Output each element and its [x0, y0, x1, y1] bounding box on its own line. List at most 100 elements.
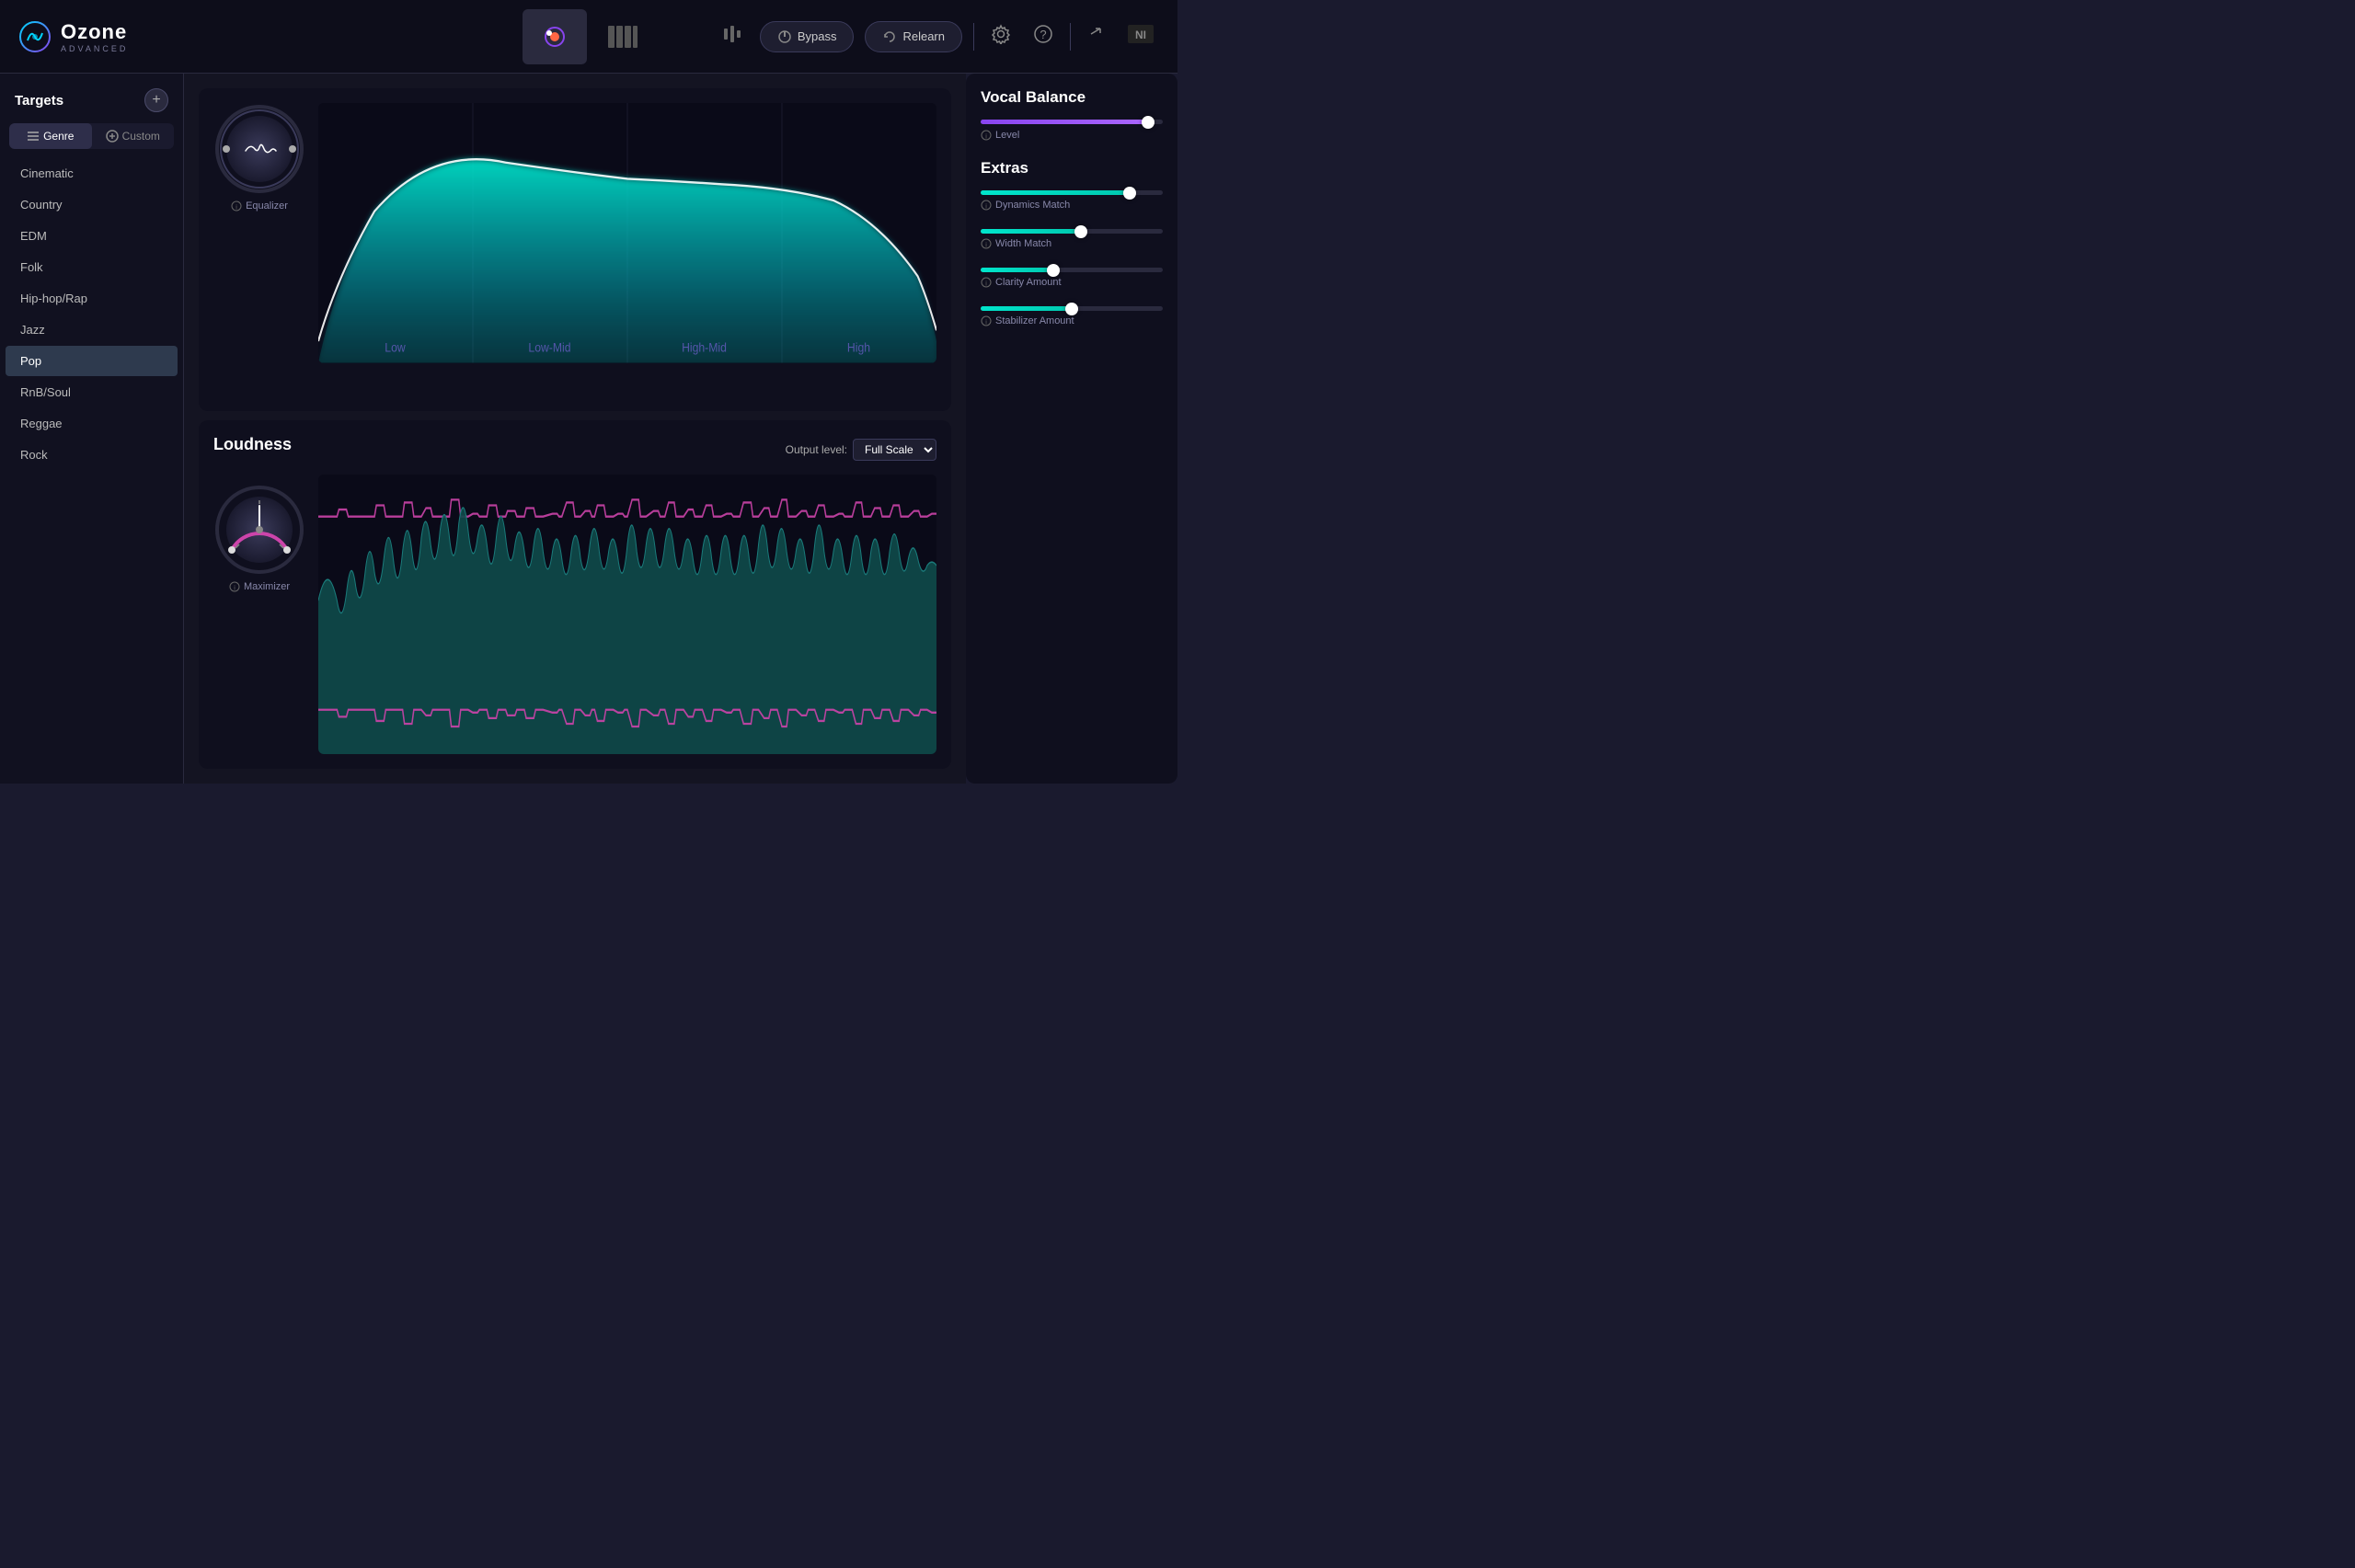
stabilizer-amount-label: i Stabilizer Amount — [981, 315, 1163, 326]
level-label: i Level — [981, 130, 1163, 141]
info-icon-width: i — [981, 238, 992, 249]
genre-hiphop[interactable]: Hip-hop/Rap — [6, 283, 178, 314]
ni-logo: NI — [1128, 25, 1154, 43]
dynamics-match-thumb[interactable] — [1123, 187, 1136, 200]
maximizer-label: i Maximizer — [229, 581, 290, 592]
maximizer-knob-area: i Maximizer — [213, 484, 305, 754]
relearn-button[interactable]: Relearn — [865, 21, 962, 52]
sidebar-tab-custom[interactable]: Custom — [92, 123, 175, 149]
info-icon-maximizer: i — [229, 581, 240, 592]
svg-text:Low: Low — [385, 340, 406, 355]
maximizer-knob[interactable] — [213, 484, 305, 576]
svg-text:Low-Mid: Low-Mid — [528, 340, 570, 355]
sidebar-header: Targets + — [0, 88, 183, 123]
header: Ozone ADVANCED — [0, 0, 1178, 74]
dynamics-match-fill — [981, 190, 1130, 195]
settings-button[interactable] — [985, 18, 1017, 55]
genre-rock[interactable]: Rock — [6, 440, 178, 470]
content-area: i Equalizer — [184, 74, 966, 784]
share-icon — [1087, 25, 1106, 43]
genre-reggae[interactable]: Reggae — [6, 408, 178, 439]
svg-text:NI: NI — [1135, 29, 1146, 41]
stabilizer-amount-thumb[interactable] — [1065, 303, 1078, 315]
genre-jazz[interactable]: Jazz — [6, 315, 178, 345]
gear-icon — [991, 24, 1011, 44]
tonal-balance-inner: i Equalizer — [213, 103, 936, 363]
genre-folk[interactable]: Folk — [6, 252, 178, 282]
info-icon-level: i — [981, 130, 992, 141]
loudness-title: Loudness — [213, 435, 292, 454]
svg-text:High-Mid: High-Mid — [682, 340, 727, 355]
dynamics-match-slider-row: i Dynamics Match — [981, 190, 1163, 211]
output-level-select[interactable]: Full Scale -14 LUFS -16 LUFS -23 LUFS — [853, 439, 936, 461]
stabilizer-amount-track[interactable] — [981, 306, 1163, 311]
genre-edm[interactable]: EDM — [6, 221, 178, 251]
vocal-balance-slider-row: i Level — [981, 120, 1163, 141]
svg-text:?: ? — [1040, 28, 1046, 41]
modules-tab-icon — [608, 26, 638, 48]
header-divider — [973, 23, 974, 51]
main-layout: Targets + Genre Custom — [0, 74, 1178, 784]
sidebar-tab-genre[interactable]: Genre — [9, 123, 92, 149]
genre-rnbsoul[interactable]: RnB/Soul — [6, 377, 178, 407]
arrow-icon-btn[interactable] — [1082, 19, 1111, 54]
clarity-amount-track[interactable] — [981, 268, 1163, 272]
width-match-slider-row: i Width Match — [981, 229, 1163, 249]
help-icon: ? — [1033, 24, 1053, 44]
header-divider2 — [1070, 23, 1071, 51]
width-match-track[interactable] — [981, 229, 1163, 234]
info-icon-equalizer: i — [231, 200, 242, 212]
genre-pop[interactable]: Pop — [6, 346, 178, 376]
header-tab-modules[interactable] — [591, 9, 655, 64]
tuner-btn[interactable] — [716, 17, 749, 56]
app-subtitle: ADVANCED — [61, 44, 128, 53]
equalizer-label: i Equalizer — [231, 200, 288, 212]
svg-text:High: High — [847, 340, 870, 355]
bypass-button[interactable]: Bypass — [760, 21, 855, 52]
info-icon-clarity: i — [981, 277, 992, 288]
logo-icon — [18, 20, 52, 53]
vocal-balance-title: Vocal Balance — [981, 88, 1163, 107]
vocal-balance-thumb[interactable] — [1142, 116, 1155, 129]
sidebar-title: Targets — [15, 93, 63, 109]
tonal-balance-panel: i Equalizer — [199, 88, 951, 411]
dynamics-match-track[interactable] — [981, 190, 1163, 195]
loudness-header: Loudness Output level: Full Scale -14 LU… — [213, 435, 936, 465]
width-match-thumb[interactable] — [1074, 225, 1087, 238]
equalizer-knob[interactable] — [213, 103, 305, 195]
sidebar-tabs: Genre Custom — [9, 123, 174, 149]
right-panel: Vocal Balance i Level Extras — [966, 74, 1178, 784]
header-right: Bypass Relearn ? — [716, 17, 1159, 56]
vocal-balance-fill — [981, 120, 1148, 124]
info-icon-dynamics: i — [981, 200, 992, 211]
stabilizer-amount-slider-row: i Stabilizer Amount — [981, 306, 1163, 326]
vocal-balance-track[interactable] — [981, 120, 1163, 124]
width-match-label: i Width Match — [981, 238, 1163, 249]
loudness-panel: Loudness Output level: Full Scale -14 LU… — [199, 420, 951, 769]
equalizer-knob-area: i Equalizer — [213, 103, 305, 363]
sidebar: Targets + Genre Custom — [0, 74, 184, 784]
genre-cinematic[interactable]: Cinematic — [6, 158, 178, 189]
custom-add-icon — [106, 130, 119, 143]
genre-list: Cinematic Country EDM Folk Hip-hop/Rap J… — [0, 158, 183, 470]
app-name: Ozone — [61, 20, 128, 44]
dynamics-match-label: i Dynamics Match — [981, 200, 1163, 211]
relearn-icon — [882, 29, 897, 44]
add-target-button[interactable]: + — [144, 88, 168, 112]
genre-list-icon — [27, 131, 40, 142]
header-nav — [523, 9, 655, 64]
bypass-icon — [777, 29, 792, 44]
logo: Ozone ADVANCED — [18, 20, 128, 53]
header-tab-main[interactable] — [523, 9, 587, 64]
clarity-amount-label: i Clarity Amount — [981, 277, 1163, 288]
clarity-amount-thumb[interactable] — [1047, 264, 1060, 277]
loudness-chart — [318, 475, 936, 754]
clarity-amount-fill — [981, 268, 1053, 272]
info-icon-stabilizer: i — [981, 315, 992, 326]
native-instruments-btn[interactable]: NI — [1122, 19, 1159, 54]
clarity-amount-slider-row: i Clarity Amount — [981, 268, 1163, 288]
help-button[interactable]: ? — [1028, 18, 1059, 55]
stabilizer-amount-fill — [981, 306, 1072, 311]
genre-country[interactable]: Country — [6, 189, 178, 220]
tonal-balance-chart: Low Low-Mid High-Mid High — [318, 103, 936, 363]
